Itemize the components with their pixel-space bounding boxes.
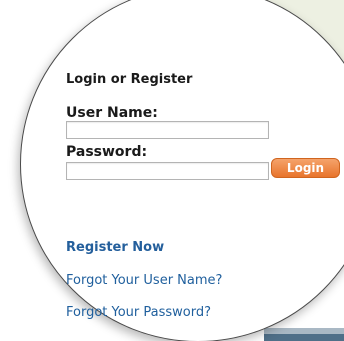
login-heading: Login or Register: [66, 72, 193, 87]
forgot-password-link[interactable]: Forgot Your Password?: [66, 305, 211, 320]
forgot-username-link[interactable]: Forgot Your User Name?: [66, 273, 222, 288]
magnified-login-view: Login or Register User Name: Password: L…: [0, 0, 344, 341]
login-button[interactable]: Login: [271, 158, 340, 178]
password-input[interactable]: [66, 162, 269, 180]
password-label: Password:: [66, 144, 148, 160]
username-input[interactable]: [66, 121, 269, 139]
register-now-link[interactable]: Register Now: [66, 240, 164, 255]
username-label: User Name:: [66, 105, 158, 121]
login-panel: Login or Register User Name: Password: L…: [0, 0, 344, 341]
